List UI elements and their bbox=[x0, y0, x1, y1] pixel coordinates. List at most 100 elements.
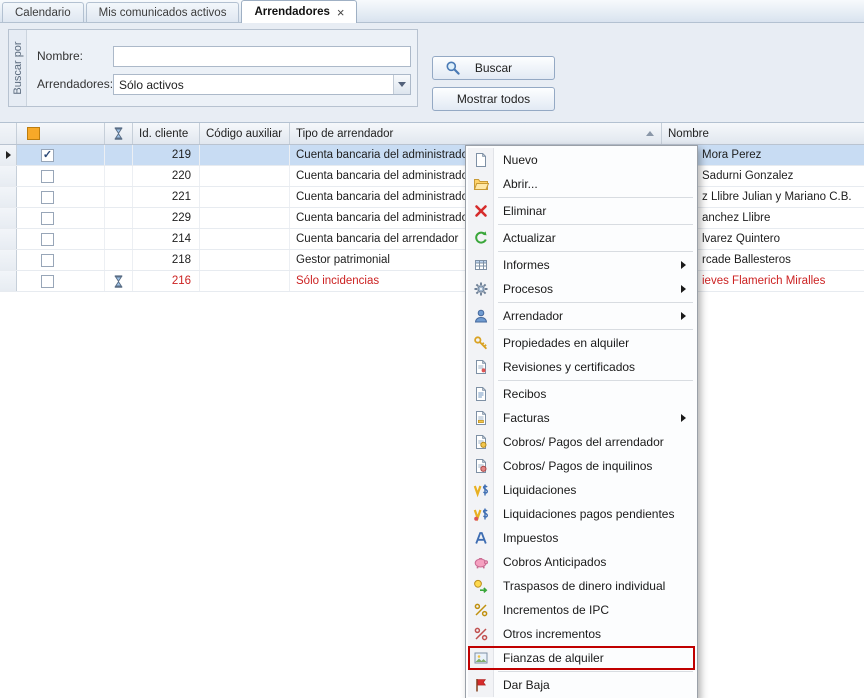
menu-item-cobros-pagos-de-inquilinos[interactable]: Cobros/ Pagos de inquilinos bbox=[468, 454, 695, 478]
table-row[interactable]: 218 Gestor patrimonial rcade Ballesteros bbox=[0, 250, 864, 271]
payments-landlord-icon bbox=[468, 434, 494, 450]
header-select-all-checkbox[interactable] bbox=[17, 123, 105, 144]
sort-ascending-icon bbox=[646, 131, 654, 136]
incidencia-cell bbox=[105, 229, 133, 249]
row-checkbox[interactable] bbox=[17, 271, 105, 291]
money-transfer-icon bbox=[468, 578, 494, 594]
checkbox-box-icon[interactable] bbox=[41, 254, 54, 267]
menu-item-label: Traspasos de dinero individual bbox=[494, 579, 665, 593]
piggy-bank-icon bbox=[468, 554, 494, 570]
checkbox-box-icon[interactable] bbox=[41, 275, 54, 288]
table-row[interactable]: 219 Cuenta bancaria del administrador Mo… bbox=[0, 145, 864, 166]
header-incidencia-column[interactable] bbox=[105, 123, 133, 144]
report-table-icon bbox=[468, 257, 494, 273]
menu-item-revisiones-y-certificados[interactable]: Revisiones y certificados bbox=[468, 355, 695, 379]
checkbox-box-icon[interactable] bbox=[41, 233, 54, 246]
nombre-input[interactable] bbox=[113, 46, 411, 67]
row-indicator bbox=[0, 271, 17, 291]
row-checkbox[interactable] bbox=[17, 250, 105, 270]
other-increment-percent-icon bbox=[468, 626, 494, 642]
mostrar-todos-button[interactable]: Mostrar todos bbox=[432, 87, 555, 111]
person-icon bbox=[468, 308, 494, 324]
incidencia-cell bbox=[105, 271, 133, 291]
checkbox-box-icon[interactable] bbox=[41, 149, 54, 162]
group-label-text: Buscar por bbox=[12, 41, 24, 94]
menu-item-label: Abrir... bbox=[494, 177, 538, 191]
nombre-label: Nombre: bbox=[37, 49, 83, 63]
arrendadores-select[interactable]: Sólo activos bbox=[113, 74, 411, 95]
tab-arrendadores[interactable]: Arrendadores × bbox=[241, 0, 357, 23]
codigo-auxiliar-cell bbox=[200, 208, 290, 228]
menu-separator bbox=[498, 251, 693, 252]
menu-item-traspasos-de-dinero-individual[interactable]: Traspasos de dinero individual bbox=[468, 574, 695, 598]
tab-bar: Calendario Mis comunicados activos Arren… bbox=[0, 0, 864, 23]
header-indicator-cell bbox=[0, 123, 17, 144]
row-checkbox[interactable] bbox=[17, 145, 105, 165]
menu-item-nuevo[interactable]: Nuevo bbox=[468, 148, 695, 172]
buscar-button[interactable]: Buscar bbox=[432, 56, 555, 80]
tab-label: Mis comunicados activos bbox=[99, 7, 227, 19]
menu-item-label: Cobros Anticipados bbox=[494, 555, 606, 569]
submenu-arrow-icon bbox=[681, 414, 686, 422]
select-all-checkbox-icon[interactable] bbox=[27, 127, 40, 140]
column-title: Código auxiliar bbox=[206, 128, 282, 140]
menu-item-propiedades-en-alquiler[interactable]: Propiedades en alquiler bbox=[468, 331, 695, 355]
table-row[interactable]: 214 Cuenta bancaria del arrendador lvare… bbox=[0, 229, 864, 250]
menu-item-arrendador[interactable]: Arrendador bbox=[468, 304, 695, 328]
liquidations-pending-icon bbox=[468, 506, 494, 522]
table-row[interactable]: 221 Cuenta bancaria del administrador z … bbox=[0, 187, 864, 208]
menu-item-otros-incrementos[interactable]: Otros incrementos bbox=[468, 622, 695, 646]
menu-item-label: Eliminar bbox=[494, 204, 546, 218]
menu-item-label: Arrendador bbox=[494, 309, 563, 323]
hourglass-icon bbox=[111, 126, 126, 141]
ipc-percent-icon bbox=[468, 602, 494, 618]
menu-item-impuestos[interactable]: Impuestos bbox=[468, 526, 695, 550]
row-indicator bbox=[0, 166, 17, 186]
row-checkbox[interactable] bbox=[17, 208, 105, 228]
codigo-auxiliar-cell bbox=[200, 166, 290, 186]
tab-mis-comunicados-activos[interactable]: Mis comunicados activos bbox=[86, 2, 240, 22]
liquidations-icon bbox=[468, 482, 494, 498]
header-codigo-auxiliar[interactable]: Código auxiliar bbox=[200, 123, 290, 144]
table-row[interactable]: 220 Cuenta bancaria del administrador Sa… bbox=[0, 166, 864, 187]
menu-item-fianzas-de-alquiler[interactable]: Fianzas de alquiler bbox=[468, 646, 695, 670]
checkbox-box-icon[interactable] bbox=[41, 212, 54, 225]
checkbox-box-icon[interactable] bbox=[41, 170, 54, 183]
menu-item-cobros-anticipados[interactable]: Cobros Anticipados bbox=[468, 550, 695, 574]
menu-item-label: Fianzas de alquiler bbox=[494, 651, 604, 665]
menu-item-procesos[interactable]: Procesos bbox=[468, 277, 695, 301]
chevron-down-icon[interactable] bbox=[393, 75, 410, 94]
close-tab-icon[interactable]: × bbox=[337, 6, 345, 19]
menu-item-eliminar[interactable]: Eliminar bbox=[468, 199, 695, 223]
menu-item-liquidaciones-pagos-pendientes[interactable]: Liquidaciones pagos pendientes bbox=[468, 502, 695, 526]
menu-item-informes[interactable]: Informes bbox=[468, 253, 695, 277]
menu-item-label: Propiedades en alquiler bbox=[494, 336, 629, 350]
tab-calendario[interactable]: Calendario bbox=[2, 2, 84, 22]
menu-item-liquidaciones[interactable]: Liquidaciones bbox=[468, 478, 695, 502]
group-vertical-label: Buscar por bbox=[9, 30, 27, 106]
header-id-cliente[interactable]: Id. cliente bbox=[133, 123, 200, 144]
header-nombre[interactable]: Nombre bbox=[662, 123, 864, 144]
combo-selected-value: Sólo activos bbox=[114, 78, 393, 92]
row-checkbox[interactable] bbox=[17, 229, 105, 249]
header-tipo-arrendador[interactable]: Tipo de arrendador bbox=[290, 123, 662, 144]
context-menu: Nuevo Abrir... Eliminar Actualizar Infor… bbox=[465, 145, 698, 698]
table-row[interactable]: 229 Cuenta bancaria del administrador an… bbox=[0, 208, 864, 229]
menu-item-actualizar[interactable]: Actualizar bbox=[468, 226, 695, 250]
picture-icon bbox=[468, 650, 494, 666]
mostrar-todos-button-label: Mostrar todos bbox=[457, 92, 530, 106]
menu-item-cobros-pagos-del-arrendador[interactable]: Cobros/ Pagos del arrendador bbox=[468, 430, 695, 454]
open-folder-icon bbox=[468, 176, 494, 192]
menu-item-recibos[interactable]: Recibos bbox=[468, 382, 695, 406]
menu-item-label: Informes bbox=[494, 258, 550, 272]
menu-item-dar-baja[interactable]: Dar Baja bbox=[468, 673, 695, 697]
buscar-por-group: Buscar por Nombre: Arrendadores: Sólo ac… bbox=[8, 29, 418, 107]
table-row[interactable]: 216 Sólo incidencias ieves Flamerich Mir… bbox=[0, 271, 864, 292]
row-checkbox[interactable] bbox=[17, 187, 105, 207]
menu-item-facturas[interactable]: Facturas bbox=[468, 406, 695, 430]
menu-item-incrementos-de-ipc[interactable]: Incrementos de IPC bbox=[468, 598, 695, 622]
menu-item-abrir[interactable]: Abrir... bbox=[468, 172, 695, 196]
row-checkbox[interactable] bbox=[17, 166, 105, 186]
checkbox-box-icon[interactable] bbox=[41, 191, 54, 204]
new-document-icon bbox=[468, 152, 494, 168]
